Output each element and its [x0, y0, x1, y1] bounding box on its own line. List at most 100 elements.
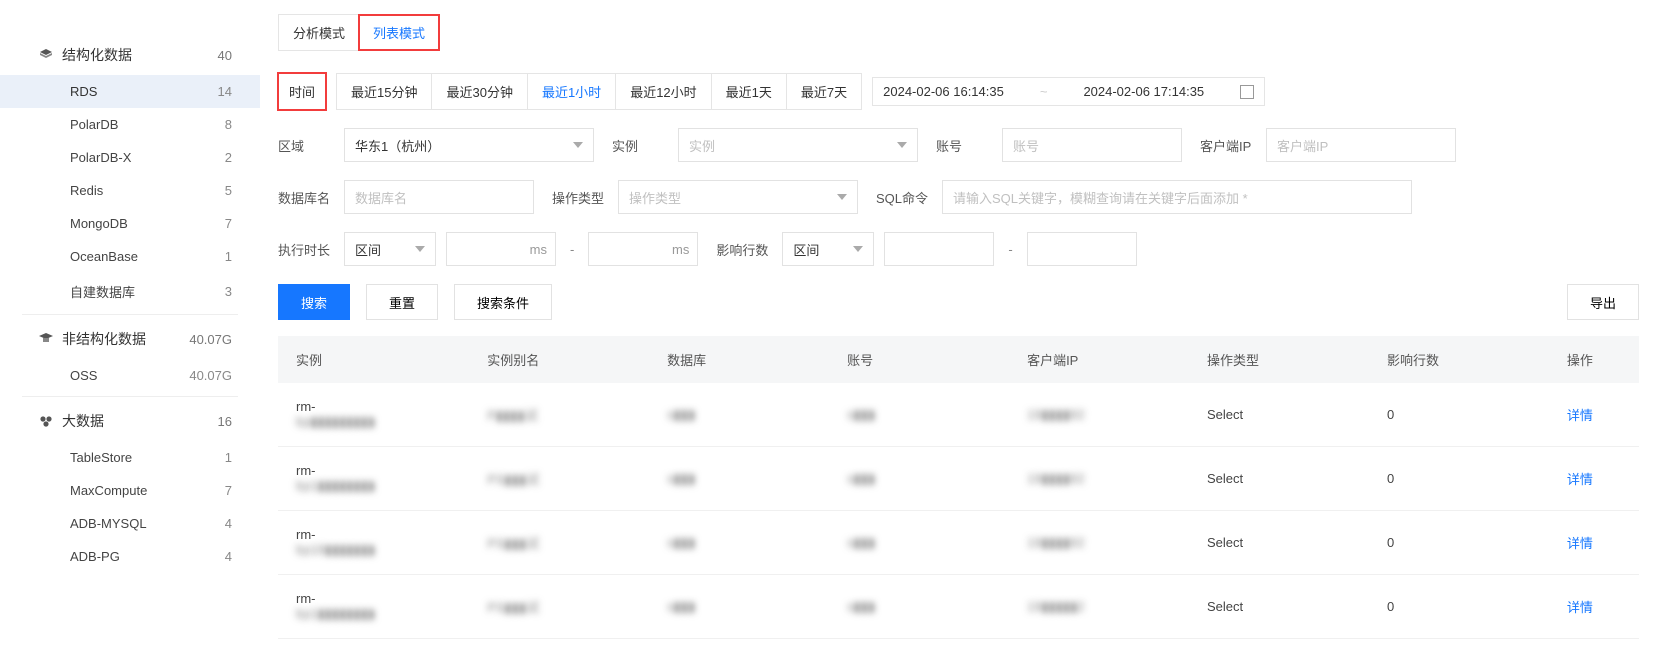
sidebar-item-selfdb[interactable]: 自建数据库3 [0, 273, 260, 310]
time-sep: ~ [1040, 84, 1048, 99]
sidebar-item-count: 1 [225, 249, 232, 264]
dur-mode-val: 区间 [355, 240, 381, 259]
sidebar-item-count: 2 [225, 150, 232, 165]
detail-link[interactable]: 详情 [1567, 536, 1593, 551]
sidebar-cat-unstructured[interactable]: 非结构化数据 40.07G [0, 319, 260, 359]
cell-instance: rm-bp18▮▮▮▮▮▮▮ [278, 511, 469, 575]
time-opt-1h[interactable]: 最近1小时 [528, 74, 616, 109]
rows-mode[interactable]: 区间 [782, 232, 874, 266]
sidebar-item-count: 5 [225, 183, 232, 198]
time-start: 2024-02-06 16:14:35 [883, 84, 1004, 99]
ms-unit: ms [530, 242, 547, 257]
sidebar-item-redis[interactable]: Redis 5 [0, 174, 260, 207]
sidebar-item-adbpg[interactable]: ADB-PG4 [0, 540, 260, 573]
cell-db: s▮▮▮ [649, 511, 829, 575]
account-label: 账号 [936, 136, 992, 155]
optype-select[interactable]: 操作类型 [618, 180, 858, 214]
table-row: rm-bp1▮▮▮▮▮▮▮▮ PS▮▮▮试 s▮▮▮ s▮▮▮ 19▮▮▮▮92… [278, 447, 1639, 511]
th-account: 账号 [829, 336, 1009, 383]
account-input[interactable]: 账号 [1002, 128, 1182, 162]
cell-account: s▮▮▮ [829, 383, 1009, 447]
cell-rows: 0 [1369, 447, 1549, 511]
clientip-label: 客户端IP [1200, 136, 1256, 155]
sidebar-item-adbmysql[interactable]: ADB-MYSQL4 [0, 507, 260, 540]
sql-input[interactable]: 请输入SQL关键字，模糊查询请在关键字后面添加 * [942, 180, 1412, 214]
sidebar-item-oss[interactable]: OSS40.07G [0, 359, 260, 392]
cell-instance: rm-bp▮▮▮▮▮▮▮▮▮ [278, 383, 469, 447]
account-placeholder: 账号 [1013, 136, 1039, 155]
export-button[interactable]: 导出 [1567, 284, 1639, 320]
cell-alias: P▮▮▮▮试 [469, 383, 649, 447]
sidebar-item-rds[interactable]: RDS14 [0, 75, 260, 108]
table-row: rm-bp▮▮▮▮▮▮▮▮▮ P▮▮▮▮试 s▮▮▮ s▮▮▮ 19▮▮▮▮92… [278, 383, 1639, 447]
instance-placeholder: 实例 [689, 136, 715, 155]
mode-tabs: 分析模式 列表模式 [278, 14, 440, 51]
th-optype: 操作类型 [1189, 336, 1369, 383]
clientip-input[interactable]: 客户端IP [1266, 128, 1456, 162]
main: 分析模式 列表模式 时间 最近15分钟 最近30分钟 最近1小时 最近12小时 … [260, 0, 1663, 639]
db-placeholder: 数据库名 [355, 188, 407, 207]
sidebar-item-polardbx[interactable]: PolarDB-X2 [0, 141, 260, 174]
cell-clientip: 19▮▮▮▮92 [1009, 511, 1189, 575]
db-input[interactable]: 数据库名 [344, 180, 534, 214]
sql-label: SQL命令 [876, 188, 932, 207]
dots-icon [38, 413, 54, 429]
instance-select[interactable]: 实例 [678, 128, 918, 162]
db-label: 数据库名 [278, 188, 334, 207]
cell-optype: Select [1189, 511, 1369, 575]
detail-link[interactable]: 详情 [1567, 408, 1593, 423]
rows-to[interactable] [1027, 232, 1137, 266]
dur-label: 执行时长 [278, 240, 334, 259]
reset-button[interactable]: 重置 [366, 284, 438, 320]
search-button[interactable]: 搜索 [278, 284, 350, 320]
sidebar-item-count: 4 [225, 549, 232, 564]
sidebar-item-mongodb[interactable]: MongoDB7 [0, 207, 260, 240]
time-opt-1d[interactable]: 最近1天 [712, 74, 787, 109]
sidebar-item-count: 7 [225, 483, 232, 498]
cell-clientip: 19▮▮▮▮92 [1009, 383, 1189, 447]
sidebar-item-label: 自建数据库 [70, 282, 135, 301]
cell-alias: PS▮▮▮试 [469, 447, 649, 511]
rows-mode-val: 区间 [793, 240, 819, 259]
time-opt-30m[interactable]: 最近30分钟 [432, 74, 527, 109]
detail-link[interactable]: 详情 [1567, 472, 1593, 487]
ms-unit: ms [672, 242, 689, 257]
time-opt-12h[interactable]: 最近12小时 [616, 74, 711, 109]
dash: - [1004, 242, 1016, 257]
filter-row-3: 执行时长 区间 ms - ms 影响行数 区间 - [278, 232, 1639, 266]
sidebar-cat-bigdata[interactable]: 大数据 16 [0, 401, 260, 441]
sidebar-item-oceanbase[interactable]: OceanBase1 [0, 240, 260, 273]
time-opt-15m[interactable]: 最近15分钟 [337, 74, 432, 109]
time-end: 2024-02-06 17:14:35 [1083, 84, 1204, 99]
sidebar: 结构化数据 40 RDS14 PolarDB8 PolarDB-X2 Redis… [0, 0, 260, 639]
time-opt-7d[interactable]: 最近7天 [787, 74, 861, 109]
tab-analysis[interactable]: 分析模式 [279, 15, 359, 50]
cell-rows: 0 [1369, 511, 1549, 575]
conditions-button[interactable]: 搜索条件 [454, 284, 552, 320]
cell-account: s▮▮▮ [829, 511, 1009, 575]
time-options: 最近15分钟 最近30分钟 最近1小时 最近12小时 最近1天 最近7天 [336, 73, 862, 110]
sidebar-item-label: RDS [70, 84, 97, 99]
detail-link[interactable]: 详情 [1567, 600, 1593, 615]
cell-clientip: 19▮▮▮▮92 [1009, 447, 1189, 511]
sidebar-item-count: 1 [225, 450, 232, 465]
region-select[interactable]: 华东1（杭州） [344, 128, 594, 162]
sidebar-item-maxcompute[interactable]: MaxCompute7 [0, 474, 260, 507]
sidebar-item-tablestore[interactable]: TableStore1 [0, 441, 260, 474]
sidebar-item-label: Redis [70, 183, 103, 198]
cell-db: s▮▮▮ [649, 575, 829, 639]
cell-db: s▮▮▮ [649, 383, 829, 447]
dur-from[interactable]: ms [446, 232, 556, 266]
time-picker[interactable]: 2024-02-06 16:14:35 ~ 2024-02-06 17:14:3… [872, 77, 1265, 106]
rows-from[interactable] [884, 232, 994, 266]
sidebar-item-label: OSS [70, 368, 97, 383]
sidebar-item-polardb[interactable]: PolarDB8 [0, 108, 260, 141]
dur-mode[interactable]: 区间 [344, 232, 436, 266]
dur-to[interactable]: ms [588, 232, 698, 266]
th-rows: 影响行数 [1369, 336, 1549, 383]
region-value: 华东1（杭州） [355, 136, 440, 155]
cell-instance: rm-bp1▮▮▮▮▮▮▮▮ [278, 575, 469, 639]
tab-list[interactable]: 列表模式 [359, 15, 439, 50]
sidebar-cat-structured[interactable]: 结构化数据 40 [0, 35, 260, 75]
cell-clientip: 19▮▮▮▮▮2 [1009, 575, 1189, 639]
